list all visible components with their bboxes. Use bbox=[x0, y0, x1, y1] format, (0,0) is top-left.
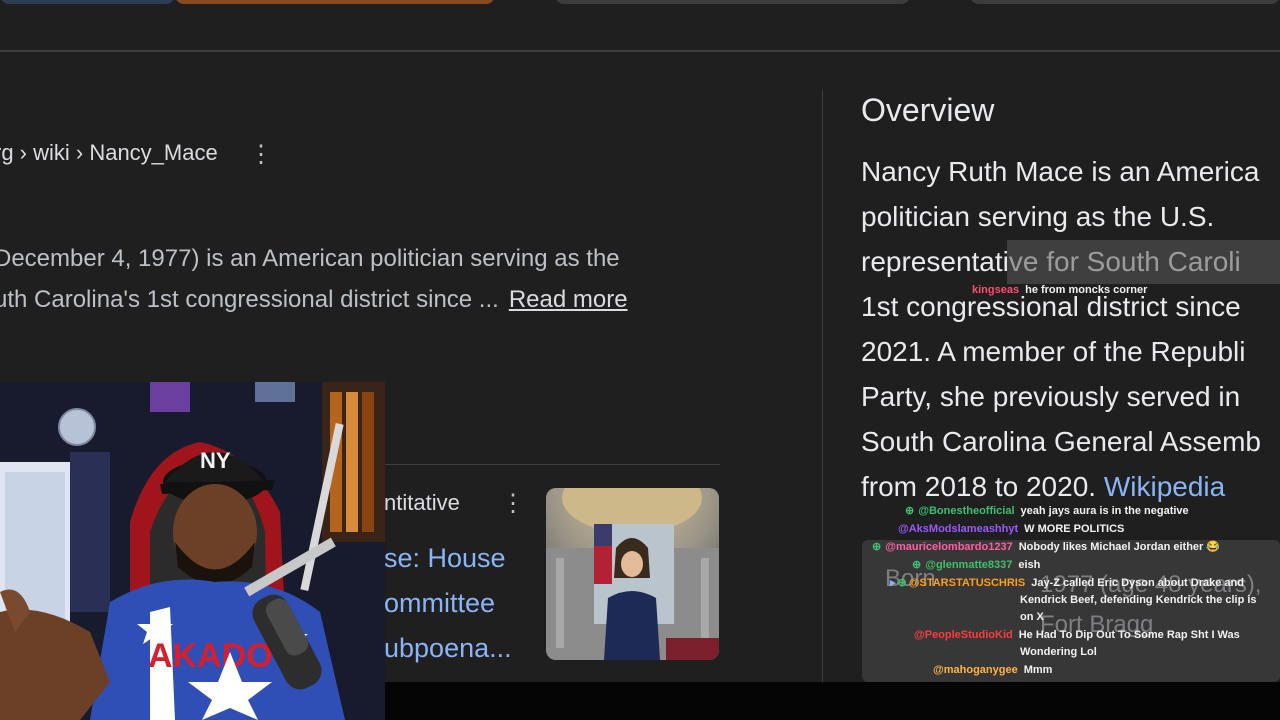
result-snippet: December 4, 1977) is an American politic… bbox=[0, 238, 754, 320]
webcam-overlay: NY AKADO bbox=[0, 382, 385, 720]
result2-title-line: ubpoena... bbox=[384, 633, 512, 663]
more-options-icon[interactable]: ⋮ bbox=[249, 143, 273, 167]
chat-text: yeah jays aura is in the negative bbox=[1020, 505, 1189, 517]
chat-message: ⊕ @mauricelombardo1237 Nobody likes Michae… bbox=[872, 539, 1220, 556]
top-chip[interactable] bbox=[175, 0, 495, 4]
chat-message: ⊕ @glenmatte8337 eish bbox=[912, 557, 1040, 574]
top-chip[interactable] bbox=[555, 0, 910, 4]
chat-username: @glenmatte8337 bbox=[925, 559, 1013, 571]
chat-message: @PeopleStudioKid He Had To Dip Out To Som… bbox=[914, 627, 1240, 644]
result-breadcrumb[interactable]: rg › wiki › Nancy_Mace bbox=[0, 140, 218, 166]
snippet-line: uth Carolina's 1st congressional distric… bbox=[0, 286, 499, 313]
chat-text-wrap: on X bbox=[1020, 611, 1044, 623]
overview-line: from 2018 to 2020. bbox=[861, 471, 1097, 502]
chat-text-wrap: Wondering Lol bbox=[1020, 646, 1097, 658]
chat-username: @STARSTATUSCHRIS bbox=[908, 577, 1026, 589]
read-more-link[interactable]: Read more bbox=[509, 286, 628, 313]
chat-username: @Bonestheofficial bbox=[918, 505, 1015, 517]
chat-text-wrap: Kendrick Beef, defending Kendrick the cl… bbox=[1020, 594, 1257, 606]
result2-title-link[interactable]: se: House ommittee ubpoena... bbox=[384, 536, 512, 671]
jersey-text: AKADO bbox=[148, 637, 273, 675]
header-divider bbox=[0, 50, 1280, 52]
chat-message: ⊕ @Bonestheofficial yeah jays aura is in t… bbox=[905, 503, 1189, 520]
overview-line: South Carolina General Assemb bbox=[861, 426, 1261, 457]
top-tabs-strip bbox=[0, 0, 1280, 50]
chat-text: he from moncks corner bbox=[1025, 284, 1148, 296]
text-selection-highlight bbox=[1007, 240, 1280, 284]
chat-message: kingseas he from moncks corner bbox=[972, 282, 1147, 299]
member-badge-icon: ⊕ bbox=[872, 541, 882, 553]
panel-divider bbox=[822, 90, 823, 682]
chat-message: ▸ ⊕ @STARSTATUSCHRIS Jay-Z called Eric Dyso… bbox=[890, 575, 1244, 592]
result2-thumbnail[interactable] bbox=[546, 488, 719, 660]
overview-line: Nancy Ruth Mace is an America bbox=[861, 156, 1260, 187]
overview-title: Overview bbox=[861, 92, 995, 128]
chat-text: Jay-Z called Eric Dyson about Drake and bbox=[1031, 577, 1244, 589]
chat-username: kingseas bbox=[972, 284, 1020, 296]
chat-text: Mmm bbox=[1023, 664, 1053, 676]
member-badge-icon: ⊕ bbox=[905, 505, 915, 517]
chat-text: He Had To Dip Out To Some Rap Sht I Was bbox=[1018, 629, 1240, 641]
member-badge-icon: ⊕ bbox=[897, 577, 907, 589]
top-chip[interactable] bbox=[0, 0, 175, 4]
result2-source[interactable]: ntitative bbox=[384, 490, 460, 516]
wikipedia-link[interactable]: Wikipedia bbox=[1104, 471, 1225, 502]
member-badge-icon: ⊕ bbox=[912, 559, 922, 571]
overview-description: Nancy Ruth Mace is an America politician… bbox=[861, 149, 1280, 509]
result-separator bbox=[380, 464, 720, 465]
result2-title-line: se: House bbox=[384, 543, 506, 573]
snippet-line: December 4, 1977) is an American politic… bbox=[0, 245, 620, 272]
result2-title-line: ommittee bbox=[384, 588, 496, 618]
chat-text: eish bbox=[1018, 559, 1041, 571]
chat-username: @PeopleStudioKid bbox=[914, 629, 1013, 641]
mod-badge-icon: ▸ bbox=[890, 577, 896, 589]
chat-username: @mahoganygee bbox=[933, 664, 1018, 676]
chat-text: Nobody likes Michael Jordan either 😂 bbox=[1018, 541, 1221, 553]
overview-line: Party, she previously served in bbox=[861, 381, 1241, 412]
overview-line: 2021. A member of the Republi bbox=[861, 336, 1246, 367]
chat-message: @mahoganygee Mmm bbox=[933, 662, 1052, 679]
chat-username: @AksModslameashhyt bbox=[898, 523, 1019, 535]
chat-text: W MORE POLITICS bbox=[1024, 523, 1125, 535]
cap-logo: NY bbox=[200, 448, 231, 473]
overview-line: politician serving as the U.S. bbox=[861, 201, 1215, 232]
chat-message: @AksModslameashhyt W MORE POLITICS bbox=[898, 521, 1124, 538]
top-chip[interactable] bbox=[970, 0, 1280, 4]
more-options-icon[interactable]: ⋮ bbox=[501, 492, 525, 516]
chat-username: @mauricelombardo1237 bbox=[885, 541, 1013, 553]
